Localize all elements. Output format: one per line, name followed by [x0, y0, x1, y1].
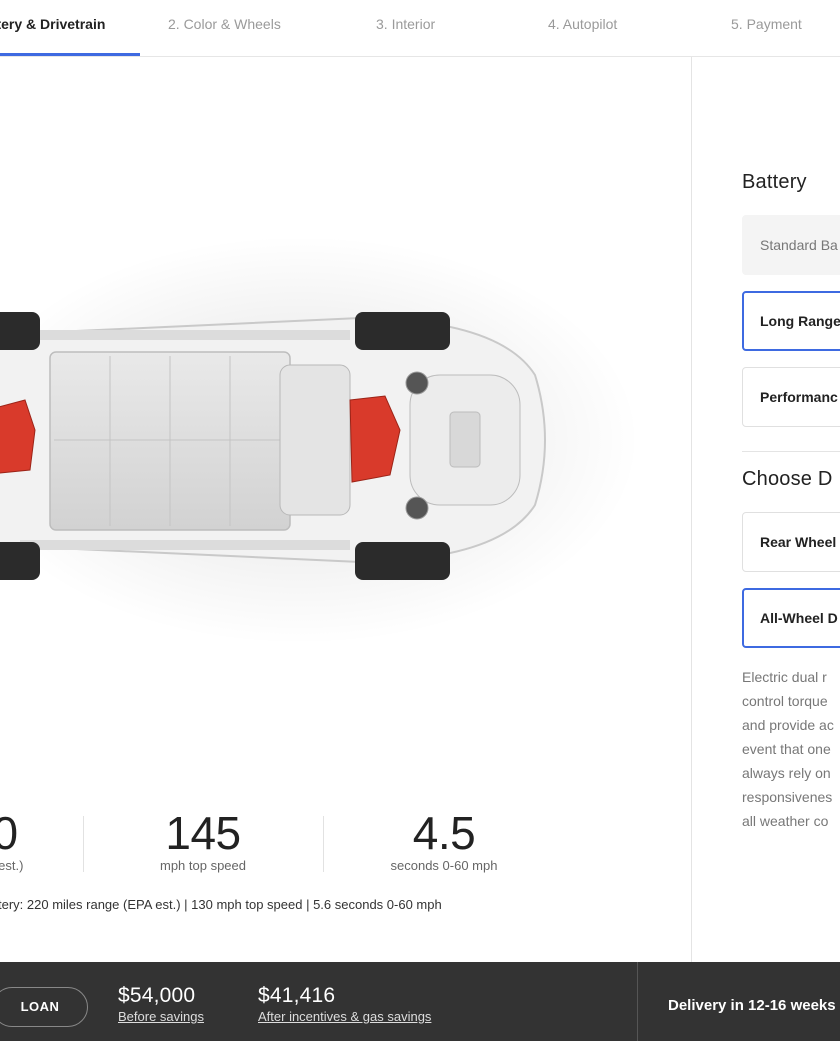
price-after-savings: $41,416 After incentives & gas savings [258, 984, 431, 1024]
battery-option-long-range[interactable]: Long Range [742, 291, 840, 351]
tab-battery-drivetrain[interactable]: attery & Drivetrain [0, 0, 140, 56]
battery-option-standard[interactable]: Standard Ba [742, 215, 840, 275]
spec-footnote: tery: 220 miles range (EPA est.) | 130 m… [0, 897, 442, 912]
battery-option-performance[interactable]: Performanc [742, 367, 840, 427]
spec-top-speed: 145 mph top speed [130, 808, 276, 873]
spec-divider [323, 816, 324, 872]
spec-divider [83, 816, 84, 872]
performance-specs: 0 A est.) 145 mph top speed 4.5 seconds … [0, 808, 692, 878]
options-panel: Battery Standard Ba Long Range Performan… [691, 57, 840, 962]
drive-description: Electric dual r control torque and provi… [742, 669, 834, 829]
price-after-amount: $41,416 [258, 984, 336, 1007]
spec-acceleration-value: 4.5 [412, 807, 476, 859]
price-after-link[interactable]: After incentives & gas savings [258, 1009, 431, 1024]
vehicle-chassis-image [0, 235, 640, 645]
spec-range-label: A est.) [0, 858, 24, 873]
drive-option-all-wheel[interactable]: All-Wheel D [742, 588, 840, 648]
tab-color-wheels[interactable]: 2. Color & Wheels [168, 0, 281, 56]
price-before-link[interactable]: Before savings [118, 1009, 204, 1024]
spec-top-speed-value: 145 [165, 807, 241, 859]
tab-interior[interactable]: 3. Interior [376, 0, 435, 56]
battery-section-title: Battery [742, 171, 807, 193]
step-navigation: attery & Drivetrain 2. Color & Wheels 3.… [0, 0, 840, 57]
spec-range-value: 0 [0, 807, 18, 859]
spec-top-speed-label: mph top speed [159, 858, 246, 873]
tab-autopilot[interactable]: 4. Autopilot [548, 0, 617, 56]
price-summary-bar: LOAN $54,000 Before savings $41,416 Afte… [0, 962, 840, 1041]
bar-divider [637, 962, 638, 1041]
delivery-estimate: Delivery in 12-16 weeks [668, 997, 836, 1014]
price-before-amount: $54,000 [118, 984, 196, 1007]
price-before-savings: $54,000 Before savings [118, 984, 204, 1024]
section-divider [742, 451, 840, 452]
spec-acceleration: 4.5 seconds 0-60 mph [370, 808, 518, 873]
drive-section-title: Choose D [742, 468, 833, 490]
spec-range: 0 A est.) [0, 808, 50, 873]
tab-payment[interactable]: 5. Payment [731, 0, 802, 56]
spec-acceleration-label: seconds 0-60 mph [390, 858, 498, 873]
drive-option-rear-wheel[interactable]: Rear Wheel [742, 512, 840, 572]
loan-toggle-button[interactable]: LOAN [0, 987, 88, 1027]
